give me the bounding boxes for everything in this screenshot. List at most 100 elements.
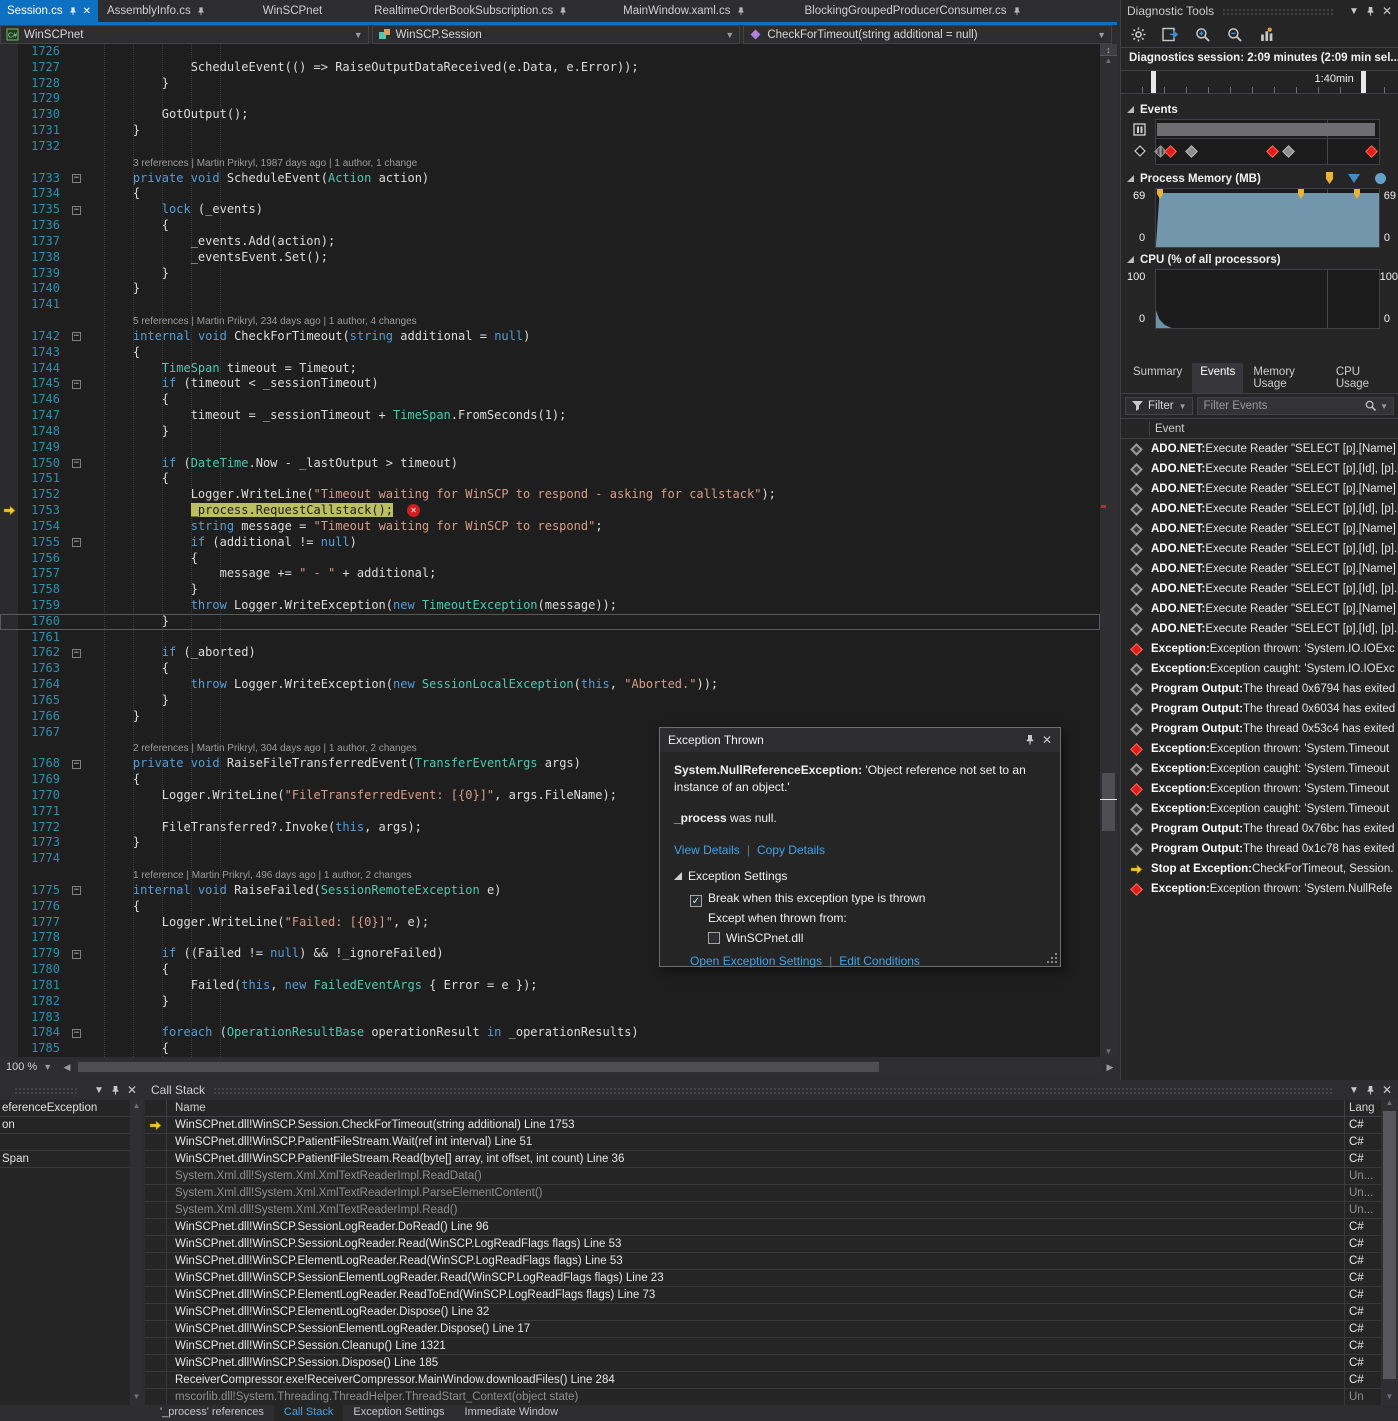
call-stack-frame[interactable]: System.Xml.dll!System.Xml.XmlTextReaderI… (145, 1202, 1381, 1219)
scroll-right-icon[interactable]: ▶ (1103, 1062, 1117, 1073)
tool-tab-exception-settings[interactable]: Exception Settings (343, 1405, 454, 1421)
code-line[interactable]: 1783 (0, 1010, 1100, 1026)
fold-box[interactable]: − (72, 649, 81, 658)
fold-collapse-icon[interactable]: − (72, 456, 92, 472)
code-line[interactable]: 1739 } (0, 266, 1100, 282)
editor-splitter-handle[interactable]: ↕ (1100, 44, 1117, 56)
list-item[interactable]: eferenceException (0, 1100, 130, 1117)
editor-tab[interactable]: WinSCPnet (256, 0, 329, 22)
event-row[interactable]: Exception: Exception thrown: 'System.Tim… (1121, 779, 1398, 799)
tool-tab--process-references[interactable]: '_process' references (150, 1405, 274, 1421)
events-section-header[interactable]: Events (1121, 100, 1398, 119)
fold-collapse-icon[interactable]: − (72, 1025, 92, 1041)
event-row[interactable]: Program Output: The thread 0x6034 has ex… (1121, 699, 1398, 719)
call-stack-frame[interactable]: WinSCPnet.dll!WinSCP.SessionElementLogRe… (145, 1321, 1381, 1338)
fold-box[interactable]: − (72, 174, 81, 183)
edit-conditions-link[interactable]: Edit Conditions (839, 954, 920, 968)
cpu-section-header[interactable]: CPU (% of all processors) (1121, 250, 1398, 269)
code-line[interactable]: 3 references | Martin Prikryl, 1987 days… (0, 155, 1100, 171)
timeline-handle-right[interactable] (1361, 71, 1366, 93)
filter-button[interactable]: Filter ▼ (1125, 397, 1193, 415)
call-stack-scrollbar[interactable]: ▲ ▼ (1381, 1097, 1398, 1405)
event-row[interactable]: Exception: Exception caught: 'System.IO.… (1121, 659, 1398, 679)
editor-tab[interactable]: RealtimeOrderBookSubscription.cs (367, 0, 574, 22)
code-line[interactable]: 1743 { (0, 345, 1100, 361)
code-line[interactable]: 1748 } (0, 424, 1100, 440)
code-line[interactable]: 1750− if (DateTime.Now - _lastOutput > t… (0, 456, 1100, 472)
fold-collapse-icon[interactable]: − (72, 883, 92, 899)
member-dropdown[interactable]: CheckForTimeout(string additional = null… (743, 25, 1112, 44)
export-icon[interactable] (1162, 27, 1179, 42)
view-details-link[interactable]: View Details (674, 843, 740, 857)
pin-icon[interactable] (1025, 734, 1035, 745)
chart-icon[interactable] (1259, 27, 1274, 42)
call-stack-frame[interactable]: WinSCPnet.dll!WinSCP.ElementLogReader.Re… (145, 1287, 1381, 1304)
memory-snapshot-pin-icon[interactable] (1156, 188, 1164, 200)
code-line[interactable]: 1781 Failed(this, new FailedEventArgs { … (0, 978, 1100, 994)
break-checkbox[interactable]: ✓ (690, 895, 702, 907)
event-row[interactable]: ADO.NET: Execute Reader "SELECT [p].[Id]… (1121, 499, 1398, 519)
execution-arrow-icon[interactable] (0, 503, 18, 519)
filter-events-input[interactable]: Filter Events ▼ (1197, 397, 1394, 415)
expander-icon[interactable] (674, 872, 682, 880)
event-row[interactable]: Stop at Exception: CheckForTimeout, Sess… (1121, 859, 1398, 879)
event-diamond-marker[interactable] (1266, 145, 1279, 158)
code-line[interactable]: 1727 ScheduleEvent(() => RaiseOutputData… (0, 60, 1100, 76)
code-line[interactable]: 1761 (0, 630, 1100, 646)
diagnostics-tab-events[interactable]: Events (1192, 363, 1243, 393)
code-line[interactable]: 1732 (0, 139, 1100, 155)
list-item[interactable]: Span (0, 1151, 130, 1168)
event-row[interactable]: ADO.NET: Execute Reader "SELECT [p].[Id]… (1121, 619, 1398, 639)
open-exception-settings-link[interactable]: Open Exception Settings (690, 954, 822, 968)
close-icon[interactable]: ✕ (127, 1083, 137, 1097)
code-line[interactable]: 1760 } (0, 614, 1100, 630)
fold-box[interactable]: − (72, 380, 81, 389)
timeline-handle-left[interactable] (1151, 71, 1156, 93)
call-stack-frame[interactable]: WinSCPnet.dll!WinSCP.Session.Dispose() L… (145, 1355, 1381, 1372)
code-line[interactable]: 1741 (0, 297, 1100, 313)
pin-icon[interactable] (553, 5, 567, 17)
diagnostics-tab-summary[interactable]: Summary (1125, 363, 1190, 393)
event-row[interactable]: Exception: Exception thrown: 'System.Tim… (1121, 739, 1398, 759)
fold-box[interactable]: − (72, 1029, 81, 1038)
code-line[interactable]: 1749 (0, 440, 1100, 456)
popup-title-bar[interactable]: Exception Thrown ✕ (660, 728, 1060, 752)
call-stack-frame[interactable]: WinSCPnet.dll!WinSCP.ElementLogReader.Re… (145, 1253, 1381, 1270)
code-line[interactable]: 5 references | Martin Prikryl, 234 days … (0, 313, 1100, 329)
code-line[interactable]: 1730 GotOutput(); (0, 107, 1100, 123)
scroll-left-icon[interactable]: ◀ (60, 1062, 74, 1073)
event-row[interactable]: ADO.NET: Execute Reader "SELECT [p].[Nam… (1121, 439, 1398, 459)
code-line[interactable]: 1765 } (0, 693, 1100, 709)
call-stack-frame[interactable]: System.Xml.dll!System.Xml.XmlTextReaderI… (145, 1185, 1381, 1202)
zoom-dropdown[interactable]: 100 % ▼ (2, 1058, 60, 1076)
code-line[interactable]: 1737 _events.Add(action); (0, 234, 1100, 250)
scrollbar-thumb[interactable] (78, 1062, 879, 1072)
scroll-up-icon[interactable]: ▲ (1100, 56, 1117, 66)
events-timeline-lanes[interactable] (1155, 119, 1380, 165)
editor-tab[interactable]: BlockingGroupedProducerConsumer.cs (798, 0, 1028, 22)
code-line[interactable]: 1738 _eventsEvent.Set(); (0, 250, 1100, 266)
fold-collapse-icon[interactable]: − (72, 946, 92, 962)
event-row[interactable]: Exception: Exception caught: 'System.Tim… (1121, 799, 1398, 819)
call-stack-frame[interactable]: mscorlib.dll!System.Threading.ThreadHelp… (145, 1389, 1381, 1405)
pin-icon[interactable] (1366, 6, 1375, 17)
list-item[interactable] (0, 1134, 130, 1151)
scroll-up-icon[interactable]: ▲ (1381, 1097, 1398, 1109)
close-icon[interactable]: ✕ (1382, 1083, 1392, 1097)
codelens-indicator[interactable]: 1 reference | Martin Prikryl, 496 days a… (133, 870, 412, 881)
fold-box[interactable]: − (72, 332, 81, 341)
code-line[interactable]: 1752 Logger.WriteLine("Timeout waiting f… (0, 487, 1100, 503)
language-column-header[interactable]: Lang (1345, 1100, 1381, 1116)
editor-tab[interactable]: MainWindow.xaml.cs (616, 0, 751, 22)
drag-handle[interactable] (213, 1087, 1334, 1094)
pin-icon[interactable] (63, 5, 77, 17)
drag-handle[interactable] (14, 1087, 79, 1094)
pin-icon[interactable] (731, 5, 745, 17)
zoom-out-icon[interactable] (1227, 27, 1243, 43)
memory-snapshot-pin-icon[interactable] (1297, 188, 1305, 200)
event-row[interactable]: Exception: Exception thrown: 'System.Nul… (1121, 879, 1398, 899)
close-icon[interactable]: ✕ (1382, 4, 1392, 18)
fold-box[interactable]: − (72, 760, 81, 769)
codelens-indicator[interactable]: 5 references | Martin Prikryl, 234 days … (133, 316, 417, 327)
memory-snapshot-pin-icon[interactable] (1353, 188, 1361, 200)
